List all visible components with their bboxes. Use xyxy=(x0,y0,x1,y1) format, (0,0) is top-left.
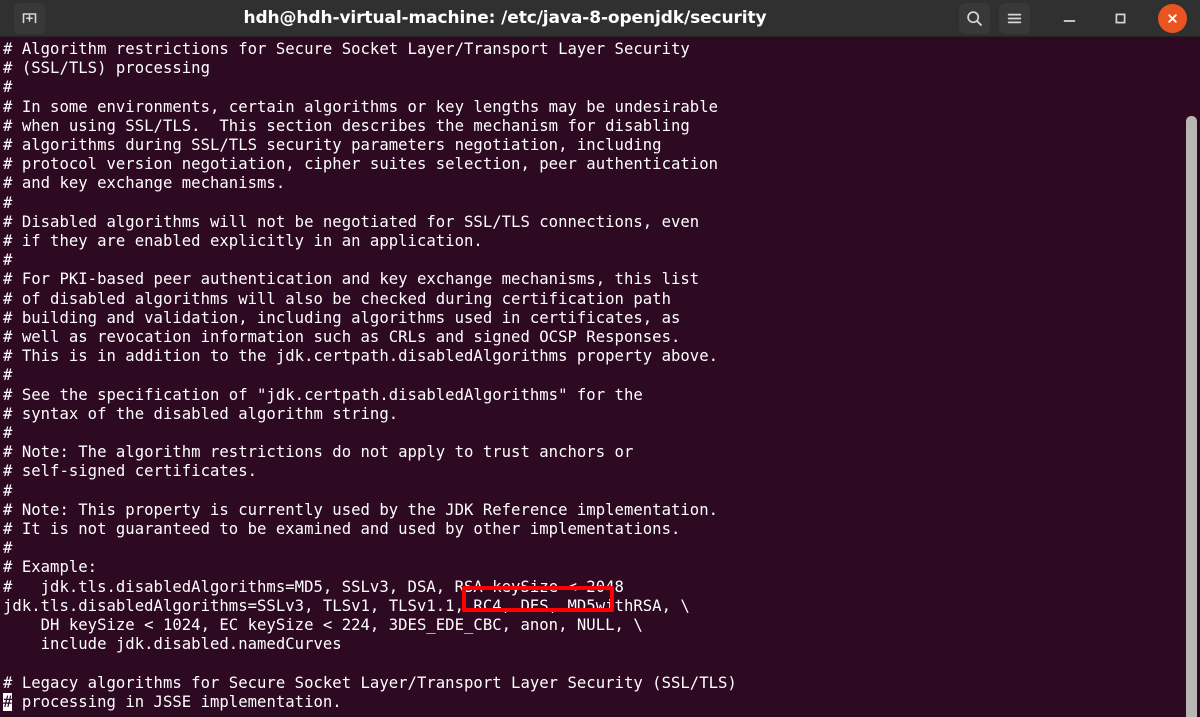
scrollbar-thumb[interactable] xyxy=(1186,116,1197,717)
close-icon xyxy=(1168,13,1177,23)
new-tab-button[interactable] xyxy=(14,2,45,34)
terminal-output-area[interactable]: # Algorithm restrictions for Secure Sock… xyxy=(0,37,1200,717)
maximize-icon xyxy=(1115,13,1126,23)
terminal-window: hdh@hdh-virtual-machine: /etc/java-8-ope… xyxy=(0,0,1200,717)
terminal-cursor-line-tail: processing in JSSE implementation. xyxy=(12,692,342,711)
maximize-button[interactable] xyxy=(1105,3,1136,34)
terminal-cursor: # xyxy=(3,692,13,711)
window-controls xyxy=(959,2,1187,34)
minimize-icon xyxy=(1063,19,1076,22)
search-button[interactable] xyxy=(959,2,990,34)
titlebar: hdh@hdh-virtual-machine: /etc/java-8-ope… xyxy=(0,0,1200,37)
terminal-file-content: # Algorithm restrictions for Secure Sock… xyxy=(3,40,737,692)
close-button[interactable] xyxy=(1158,3,1187,33)
scrollbar-track[interactable] xyxy=(1186,74,1200,717)
window-title: hdh@hdh-virtual-machine: /etc/java-8-ope… xyxy=(243,8,767,28)
hamburger-menu-button[interactable] xyxy=(999,2,1030,34)
terminal-text: # Algorithm restrictions for Secure Sock… xyxy=(3,40,737,712)
search-icon xyxy=(967,10,982,26)
new-tab-icon xyxy=(22,12,37,23)
hamburger-menu-icon xyxy=(1007,13,1022,23)
minimize-button[interactable] xyxy=(1054,3,1085,34)
